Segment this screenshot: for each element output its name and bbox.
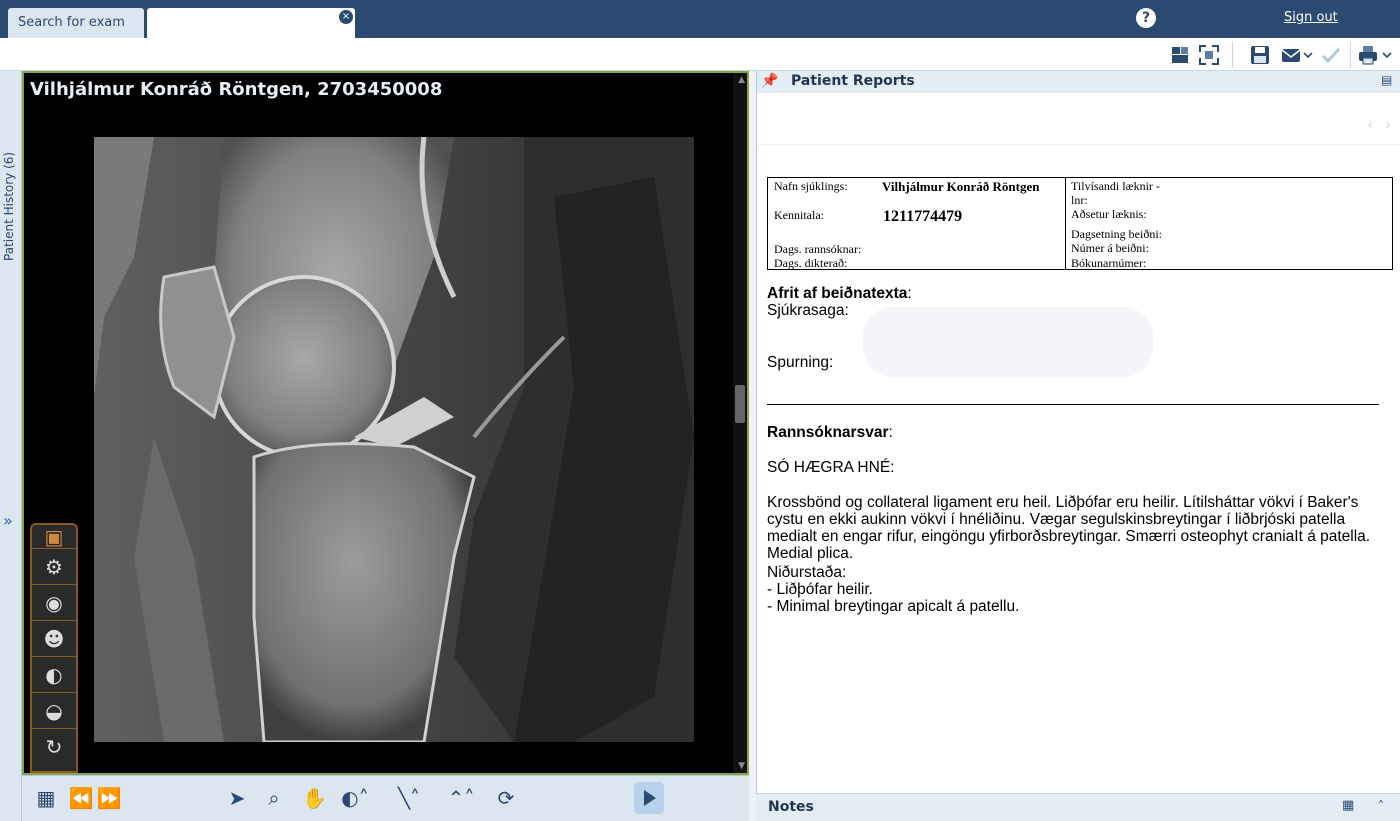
play-icon [644,790,656,806]
request-text-heading: Afrit af beiðnatexta: [767,285,912,302]
axial-view-icon[interactable]: ◒ [32,693,76,729]
report-nav-arrows[interactable]: ‹ › [1367,117,1395,133]
pointer-select-icon[interactable]: ➤ [225,786,249,810]
patient-name-label: Nafn sjúklings: [774,179,848,193]
main-toolbar [0,38,1400,71]
coronal-view-icon[interactable]: ☻ [32,621,76,657]
conclusion-item: - Minimal breytingar apicalt á patellu. [767,598,1020,615]
table-divider [1065,178,1066,269]
3d-head-icon[interactable]: ◉ [32,585,76,621]
mail-dropdown-chevron-icon[interactable] [1302,44,1314,66]
print-icon[interactable] [1357,44,1379,66]
approve-check-icon[interactable] [1320,44,1342,66]
notes-title: Notes [768,799,814,815]
booking-number-label: Bókunarnúmer: [1071,256,1147,270]
toolbar-divider [1350,42,1351,68]
reset-rotate-icon[interactable]: ↻ [32,729,76,765]
tab-active-exam[interactable]: × [147,8,355,38]
question-label: Spurning: [767,354,834,371]
sagittal-view-icon[interactable]: ◐ [32,657,76,693]
side-tool-palette: ▣ ⚙ ◉ ☻ ◐ ◒ ↻ [30,523,78,773]
report-divider [767,404,1379,405]
pane-splitter[interactable] [749,71,756,821]
exam-date-label: Dags. rannsóknar: [774,242,862,256]
measure-line-icon[interactable]: ╲˄ [390,786,428,810]
help-icon[interactable]: ? [1136,8,1156,28]
previous-series-icon[interactable]: ⏪ [68,786,94,810]
lnr-label: lnr: [1071,193,1088,207]
scrollbar-thumb[interactable] [735,385,745,423]
reset-view-icon[interactable]: ⟳ [494,786,518,810]
viewer-patient-title: Vilhjálmur Konráð Röntgen, 2703450008 [30,79,443,100]
dictated-date-label: Dags. dikterað: [774,256,848,270]
request-number-label: Númer á beiðni: [1071,241,1149,255]
close-tab-icon[interactable]: × [339,10,353,24]
history-label: Sjúkrasaga: [767,302,849,319]
fullscreen-icon[interactable] [1198,44,1220,66]
viewer-toolbar: ▦ ⏪ ⏩ ➤ ⌕ ✋ ◐˄ ╲˄ ⌃˄ ⟳ [22,775,749,821]
request-date-label: Dagsetning beiðni: [1071,227,1162,241]
kennitala-label: Kennitala: [774,208,824,222]
patient-info-table: Nafn sjúklings: Vilhjálmur Konráð Röntge… [767,177,1393,270]
zoom-icon[interactable]: ⌕ [262,786,286,810]
answer-heading: Rannsóknarsvar: [767,424,893,441]
patient-reports-panel: 📌 Patient Reports ▤ ‹ › Nafn sjúklings: … [756,71,1400,821]
mri-knee-image[interactable] [94,137,694,742]
angle-annotation-icon[interactable]: ⌃˄ [442,786,480,810]
collapse-notes-icon[interactable]: ˄ [1378,799,1384,813]
conclusion-label: Niðurstaða: [767,564,847,581]
mail-icon[interactable] [1280,44,1302,66]
settings-gear-icon[interactable]: ⚙ [32,549,76,585]
top-bar: Search for exam × ? Sign out [0,0,1400,38]
tab-search-for-exam[interactable]: Search for exam [8,8,144,38]
patient-history-rail[interactable]: Patient History (6) » [0,71,22,821]
patient-history-label[interactable]: Patient History (6) [2,152,16,261]
expand-rail-icon[interactable]: » [3,511,13,530]
kennitala-value: 1211774479 [883,208,963,225]
reports-header: 📌 Patient Reports ▤ [757,71,1400,93]
toolbar-divider [1232,42,1233,68]
scroll-up-arrow-icon[interactable]: ▲ [738,75,745,85]
sign-out-link[interactable]: Sign out [1284,10,1338,25]
image-viewer[interactable]: Vilhjálmur Konráð Röntgen, 2703450008 ▣ [22,71,749,775]
patient-name-value: Vilhjálmur Konráð Röntgen [882,179,1040,194]
open-report-window-icon[interactable]: ▤ [1381,73,1397,89]
layout-icon[interactable] [1169,44,1191,66]
cine-play-button[interactable] [634,782,664,814]
window-level-icon[interactable]: ◐˄ [338,786,372,810]
reports-title: Patient Reports [791,73,915,89]
findings-text: Krossbönd og collateral ligament eru hei… [767,494,1371,562]
pin-icon[interactable]: 📌 [761,73,779,91]
report-header-area: ‹ › [757,93,1400,145]
viewer-scrollbar[interactable]: ▲ ▼ [733,73,747,773]
tab-search-label: Search for exam [18,15,125,30]
scroll-down-arrow-icon[interactable]: ▼ [738,761,745,771]
conclusion-item: - Liðþófar heilir. [767,581,873,598]
grid-layout-icon[interactable]: ▦ [34,786,58,810]
add-note-icon[interactable]: ▦ [1342,798,1360,816]
pan-hand-icon[interactable]: ✋ [302,786,327,810]
tool-cube-icon[interactable]: ▣ [32,525,76,549]
exam-title: SÓ HÆGRA HNÉ: [767,459,895,476]
save-icon[interactable] [1249,44,1271,66]
referring-doctor-label: Tilvísandi læknir - [1071,179,1160,193]
print-dropdown-chevron-icon[interactable] [1381,44,1393,66]
doctor-location-label: Aðsetur læknis: [1071,207,1147,221]
next-series-icon[interactable]: ⏩ [96,786,122,810]
redacted-region [863,307,1153,377]
notes-bar[interactable]: Notes ▦ ˄ [756,793,1400,821]
